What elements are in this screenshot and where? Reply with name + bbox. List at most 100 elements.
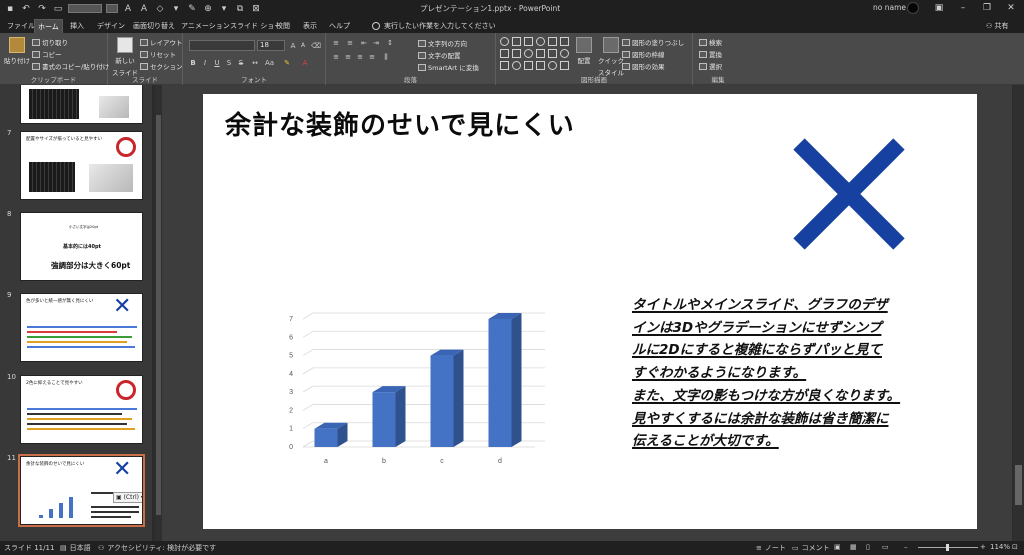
- tab-design[interactable]: デザイン: [94, 19, 128, 33]
- font-size-dropdown[interactable]: 18: [257, 40, 285, 51]
- shape-option[interactable]: [524, 49, 533, 58]
- bullets-icon[interactable]: ≡: [332, 39, 340, 47]
- tab-insert[interactable]: 挿入: [67, 19, 87, 33]
- shape-option[interactable]: [560, 49, 569, 58]
- shape-option[interactable]: [536, 49, 545, 58]
- close-button[interactable]: ✕: [1002, 1, 1020, 15]
- layout-button[interactable]: レイアウト: [140, 37, 183, 47]
- line-spacing-icon[interactable]: ↕: [386, 39, 394, 47]
- shape-option[interactable]: [548, 37, 557, 46]
- bar-chart[interactable]: 0 1 2 3 4 5 6 7 a b c d: [279, 309, 559, 474]
- shape-option[interactable]: [512, 61, 521, 70]
- x-mark-icon[interactable]: [791, 136, 907, 252]
- align-text-button[interactable]: 文字の配置: [418, 50, 461, 60]
- quick-access-box-small[interactable]: [106, 4, 118, 13]
- shape-option[interactable]: [500, 49, 509, 58]
- ribbon-display-icon[interactable]: ▣: [930, 1, 948, 15]
- tab-review[interactable]: 校閲: [273, 19, 293, 33]
- accessibility-checker[interactable]: ⚇ アクセシビリティ: 検討が必要です: [98, 543, 216, 553]
- undo-icon[interactable]: ↶: [20, 3, 32, 14]
- slide-thumbnail-pane[interactable]: 7 配置やサイズが揃っていると見やすい 8 小さい文字は20pt 基本的には40…: [0, 85, 152, 541]
- shadow-button[interactable]: S: [225, 59, 233, 67]
- slide-thumbnail-8[interactable]: 小さい文字は20pt 基本的には40pt 強調部分は大きく60pt: [20, 212, 143, 281]
- thumbnail-scrollbar[interactable]: [155, 85, 162, 541]
- slide-scrollbar[interactable]: [1013, 85, 1024, 541]
- increase-indent-icon[interactable]: ⇥: [372, 39, 380, 47]
- shape-option[interactable]: [500, 37, 509, 46]
- share-button[interactable]: ⚇ 共有: [986, 19, 1009, 33]
- user-name[interactable]: no name: [873, 3, 906, 12]
- italic-button[interactable]: I: [201, 59, 209, 67]
- highlight-icon[interactable]: ✎: [283, 59, 291, 67]
- slide-thumbnail-10[interactable]: 2色に抑えることで見やすい: [20, 375, 143, 444]
- copy-button[interactable]: コピー: [32, 49, 62, 59]
- paste-button[interactable]: 貼り付け: [4, 37, 30, 65]
- current-slide[interactable]: 余計な装飾のせいで見にくい 0 1 2 3 4 5 6 7 a b c d タイトルやメインスライド、…: [203, 94, 977, 529]
- avatar[interactable]: [907, 2, 919, 14]
- clear-format-icon[interactable]: ⌫: [311, 42, 321, 50]
- notes-button[interactable]: ≡ ノート: [756, 543, 786, 553]
- find-button[interactable]: 検索: [699, 37, 722, 47]
- select-button[interactable]: 選択: [699, 61, 722, 71]
- new-slide-button[interactable]: 新しい スライド: [112, 37, 138, 77]
- draw-icon[interactable]: ✎: [186, 3, 198, 14]
- numbering-icon[interactable]: ≡: [346, 39, 354, 47]
- align-center-icon[interactable]: ≡: [344, 53, 352, 61]
- shape-option[interactable]: [548, 49, 557, 58]
- bold-button[interactable]: B: [189, 59, 197, 67]
- smartart-button[interactable]: SmartArt に変換: [418, 62, 479, 72]
- slide-thumbnail-9[interactable]: 色が多いと統一感が無く見にくい ✕: [20, 293, 143, 362]
- shape-option[interactable]: [536, 37, 545, 46]
- shape-outline-button[interactable]: 図形の枠線: [622, 49, 665, 59]
- reading-view-icon[interactable]: ▯: [866, 543, 870, 551]
- save-icon[interactable]: ▪: [4, 3, 16, 14]
- group-icon[interactable]: ⧉: [234, 3, 246, 14]
- underline-button[interactable]: U: [213, 59, 221, 67]
- slide-thumbnail-7[interactable]: 配置やサイズが揃っていると見やすい: [20, 131, 143, 200]
- shapes-icon[interactable]: ◇: [154, 3, 166, 14]
- text-highlight-icon[interactable]: A: [122, 3, 134, 14]
- tell-me-search[interactable]: 実行したい作業を入力してください: [372, 19, 496, 33]
- arrange-button[interactable]: 配置: [576, 37, 592, 65]
- zoom-slider-knob[interactable]: [946, 544, 949, 551]
- zoom-in-button[interactable]: +: [980, 543, 986, 551]
- align-left-icon[interactable]: ≡: [332, 53, 340, 61]
- strikethrough-button[interactable]: S: [237, 59, 245, 67]
- tab-view[interactable]: 表示: [300, 19, 320, 33]
- tab-transitions[interactable]: 画面切り替え: [130, 19, 178, 33]
- slide-body-text[interactable]: タイトルやメインスライド、グラフのデザ インは3Dやグラデーションにせずシンプ …: [632, 294, 952, 453]
- replace-button[interactable]: 置換: [699, 49, 722, 59]
- cut-button[interactable]: 切り取り: [32, 37, 68, 47]
- reset-button[interactable]: リセット: [140, 49, 176, 59]
- shape-option[interactable]: [548, 61, 557, 70]
- shape-option[interactable]: [560, 61, 569, 70]
- fit-slide-icon[interactable]: ⊡: [1012, 543, 1018, 551]
- font-name-dropdown[interactable]: [189, 40, 255, 51]
- slide-scrollbar-thumb[interactable]: [1015, 465, 1022, 505]
- shape-option[interactable]: [536, 61, 545, 70]
- text-direction-button[interactable]: 文字列の方向: [418, 38, 467, 48]
- shape-option[interactable]: [524, 37, 533, 46]
- language-indicator[interactable]: ▤ 日本語: [60, 543, 91, 553]
- dropdown-icon[interactable]: ▾: [170, 3, 182, 14]
- format-painter-button[interactable]: 書式のコピー/貼り付け: [32, 61, 109, 71]
- justify-icon[interactable]: ≡: [368, 53, 376, 61]
- char-spacing-icon[interactable]: ↔: [251, 59, 259, 67]
- shape-option[interactable]: [512, 49, 521, 58]
- customize-icon[interactable]: ▾: [218, 3, 230, 14]
- shape-option[interactable]: [500, 61, 509, 70]
- align-right-icon[interactable]: ≡: [356, 53, 364, 61]
- shape-gallery[interactable]: [500, 37, 572, 73]
- slide-thumbnail-11[interactable]: 余計な装飾のせいで見にくい ✕ ▣ (Ctrl) ▾: [18, 454, 145, 527]
- tab-home[interactable]: ホーム: [34, 19, 63, 33]
- pointer-icon[interactable]: ⊕: [202, 3, 214, 14]
- maximize-button[interactable]: ❐: [978, 1, 996, 15]
- change-case-icon[interactable]: Aa: [265, 59, 274, 67]
- normal-view-icon[interactable]: ▣: [834, 543, 841, 551]
- minimize-button[interactable]: –: [954, 1, 972, 15]
- tab-help[interactable]: ヘルプ: [326, 19, 353, 33]
- font-color-icon[interactable]: A: [138, 3, 150, 14]
- section-button[interactable]: セクション: [140, 61, 183, 71]
- comments-button[interactable]: ▭ コメント: [792, 543, 830, 553]
- shape-effects-button[interactable]: 図形の効果: [622, 61, 665, 71]
